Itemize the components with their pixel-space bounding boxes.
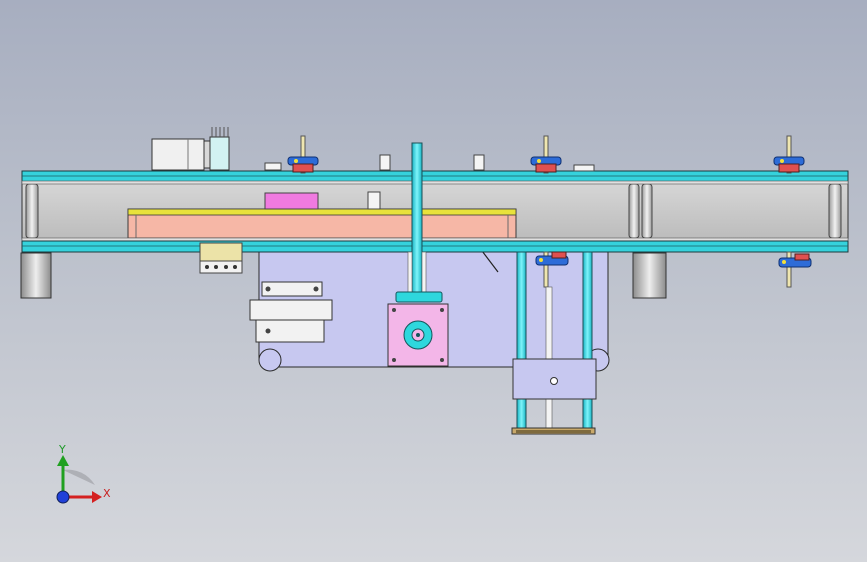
sensor-upper-1 [287, 135, 319, 174]
bottom-rail [21, 237, 849, 253]
magenta-block [264, 192, 319, 210]
mounting-bracket [199, 242, 243, 274]
top-rail [21, 170, 849, 185]
sensor-lower-2 [778, 251, 812, 288]
xyz-axis-triad-icon [56, 455, 102, 504]
axis-y-label: Y [59, 443, 66, 456]
sensor-upper-3 [773, 135, 805, 174]
axis-x-label: X [103, 487, 111, 500]
drive-motor [151, 127, 230, 171]
cad-viewport[interactable]: Y X [0, 0, 867, 562]
sensor-upper-2 [530, 135, 562, 174]
side-clamp [249, 281, 333, 343]
small-cylinder [367, 191, 381, 210]
assembly-drawing [20, 127, 849, 504]
